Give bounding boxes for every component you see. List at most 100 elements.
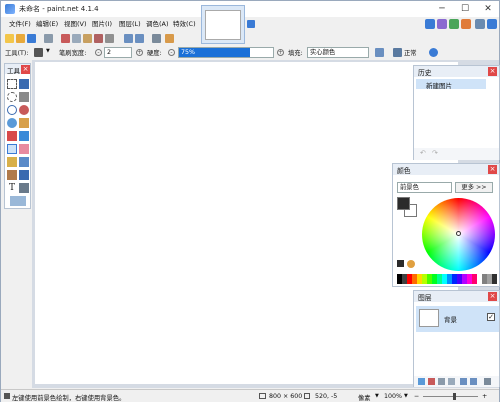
units-dropdown-icon[interactable]: ▼ (375, 393, 379, 399)
layer-properties-icon[interactable] (484, 378, 491, 385)
add-layer-icon[interactable] (418, 378, 425, 385)
ruler-icon[interactable] (165, 34, 174, 43)
undo-icon[interactable] (124, 34, 133, 43)
colors-toggle-icon[interactable] (461, 19, 471, 29)
color-target-select[interactable]: 前景色 (397, 182, 452, 193)
settings-icon[interactable] (475, 19, 485, 29)
units-select[interactable]: 像素 (358, 393, 371, 402)
antialias-icon[interactable] (375, 48, 384, 57)
pan-icon[interactable] (19, 118, 29, 128)
color-picker-icon[interactable] (19, 157, 29, 167)
help-icon[interactable] (487, 19, 497, 29)
magic-wand-icon[interactable] (7, 118, 17, 128)
layers-toggle-icon[interactable] (449, 19, 459, 29)
eraser-icon[interactable] (19, 144, 29, 154)
new-icon[interactable] (5, 34, 14, 43)
clone-stamp-icon[interactable] (7, 170, 17, 180)
status-bar: 左键使用前景色绘制，右键使用背景色。 800 × 600 520, -5 像素 … (1, 389, 499, 402)
cursor-position: 520, -5 (315, 393, 338, 400)
copy-icon[interactable] (72, 34, 81, 43)
crop-icon[interactable] (94, 34, 103, 43)
recolor-icon[interactable] (19, 170, 29, 180)
open-icon[interactable] (16, 34, 25, 43)
layers-panel-title: 图层 (418, 294, 432, 302)
text-tool-icon[interactable]: T (7, 183, 17, 193)
zoom-value[interactable]: 100% (384, 393, 402, 400)
blend-mode-value[interactable]: 正常 (404, 48, 417, 57)
grid-icon[interactable] (152, 34, 161, 43)
decrease-width-icon[interactable]: - (95, 49, 102, 56)
pencil-tool-icon[interactable] (34, 48, 43, 57)
zoom-out-icon[interactable]: − (414, 393, 419, 400)
hardness-slider[interactable]: 75% (178, 47, 274, 58)
menu-image[interactable]: 图片(I) (90, 18, 114, 31)
cut-icon[interactable] (61, 34, 70, 43)
menu-adjustments[interactable]: 调色(A) (144, 18, 171, 31)
fill-select[interactable]: 实心颜色 (307, 47, 369, 58)
line-curve-icon[interactable] (19, 183, 29, 193)
move-layer-up-icon[interactable] (460, 378, 467, 385)
zoom-slider[interactable] (423, 396, 478, 397)
rectangle-select-icon[interactable] (7, 79, 17, 89)
pencil-icon[interactable] (7, 144, 17, 154)
zoom-icon[interactable] (19, 105, 29, 115)
color-wheel-cursor[interactable] (456, 231, 461, 236)
zoom-slider-thumb[interactable] (453, 393, 456, 400)
history-undo-icon[interactable]: ↶ (420, 149, 426, 157)
increase-hardness-icon[interactable]: + (277, 49, 284, 56)
color-palette[interactable] (397, 274, 497, 284)
palette-menu-icon[interactable] (407, 260, 415, 268)
save-icon[interactable] (27, 34, 36, 43)
tool-dropdown-arrow-icon[interactable]: ▼ (46, 48, 50, 54)
colors-close-icon[interactable]: × (488, 165, 497, 174)
main-toolbar (1, 32, 201, 45)
menu-view[interactable]: 视图(V) (62, 18, 89, 31)
maximize-icon[interactable]: ☐ (454, 1, 476, 17)
menu-file[interactable]: 文件(F) (7, 18, 33, 31)
move-selected-icon[interactable] (19, 92, 29, 102)
move-selection-icon[interactable] (19, 79, 29, 89)
close-icon[interactable]: ✕ (477, 1, 499, 17)
tools-toggle-icon[interactable] (425, 19, 435, 29)
history-toggle-icon[interactable] (437, 19, 447, 29)
layers-footer (414, 376, 499, 387)
history-footer: ↶ ↷ (414, 148, 499, 160)
ellipse-select-icon[interactable] (7, 105, 17, 115)
zoom-dropdown-icon[interactable]: ▼ (404, 393, 408, 399)
brush-width-input[interactable]: 2 (104, 47, 132, 58)
print-icon[interactable] (44, 34, 53, 43)
delete-layer-icon[interactable] (428, 378, 435, 385)
duplicate-layer-icon[interactable] (438, 378, 445, 385)
redo-icon[interactable] (135, 34, 144, 43)
selection-mode-icon[interactable] (429, 48, 438, 57)
deselect-icon[interactable] (105, 34, 114, 43)
minimize-icon[interactable]: ─ (431, 1, 453, 17)
paint-bucket-icon[interactable] (7, 131, 17, 141)
image-list-menu-icon[interactable] (247, 20, 255, 28)
increase-width-icon[interactable]: + (136, 49, 143, 56)
move-layer-down-icon[interactable] (470, 378, 477, 385)
layer-visibility-checkbox[interactable]: ✓ (487, 313, 495, 321)
zoom-in-icon[interactable]: + (482, 393, 487, 400)
merge-layer-icon[interactable] (448, 378, 455, 385)
history-item[interactable]: 新建图片 (416, 79, 486, 90)
layers-close-icon[interactable]: × (488, 292, 497, 301)
reset-colors-icon[interactable] (397, 260, 404, 267)
history-redo-icon[interactable]: ↷ (432, 149, 438, 157)
shapes-icon[interactable] (10, 196, 26, 206)
tools-close-icon[interactable]: × (21, 65, 30, 74)
menu-layers[interactable]: 图层(L) (117, 18, 143, 31)
menu-edit[interactable]: 编辑(E) (34, 18, 60, 31)
layer-item[interactable]: 背景 ✓ (416, 306, 499, 332)
gradient-icon[interactable] (19, 131, 29, 141)
decrease-hardness-icon[interactable]: - (168, 49, 175, 56)
primary-color-swatch[interactable] (397, 197, 410, 210)
lasso-icon[interactable] (7, 92, 17, 102)
paste-icon[interactable] (83, 34, 92, 43)
blend-mode-icon[interactable] (393, 48, 402, 57)
more-colors-button[interactable]: 更多 >> (455, 182, 493, 193)
menu-effects[interactable]: 特效(C) (171, 18, 198, 31)
image-tab[interactable] (201, 5, 245, 44)
history-close-icon[interactable]: × (488, 67, 497, 76)
paintbrush-icon[interactable] (7, 157, 17, 167)
